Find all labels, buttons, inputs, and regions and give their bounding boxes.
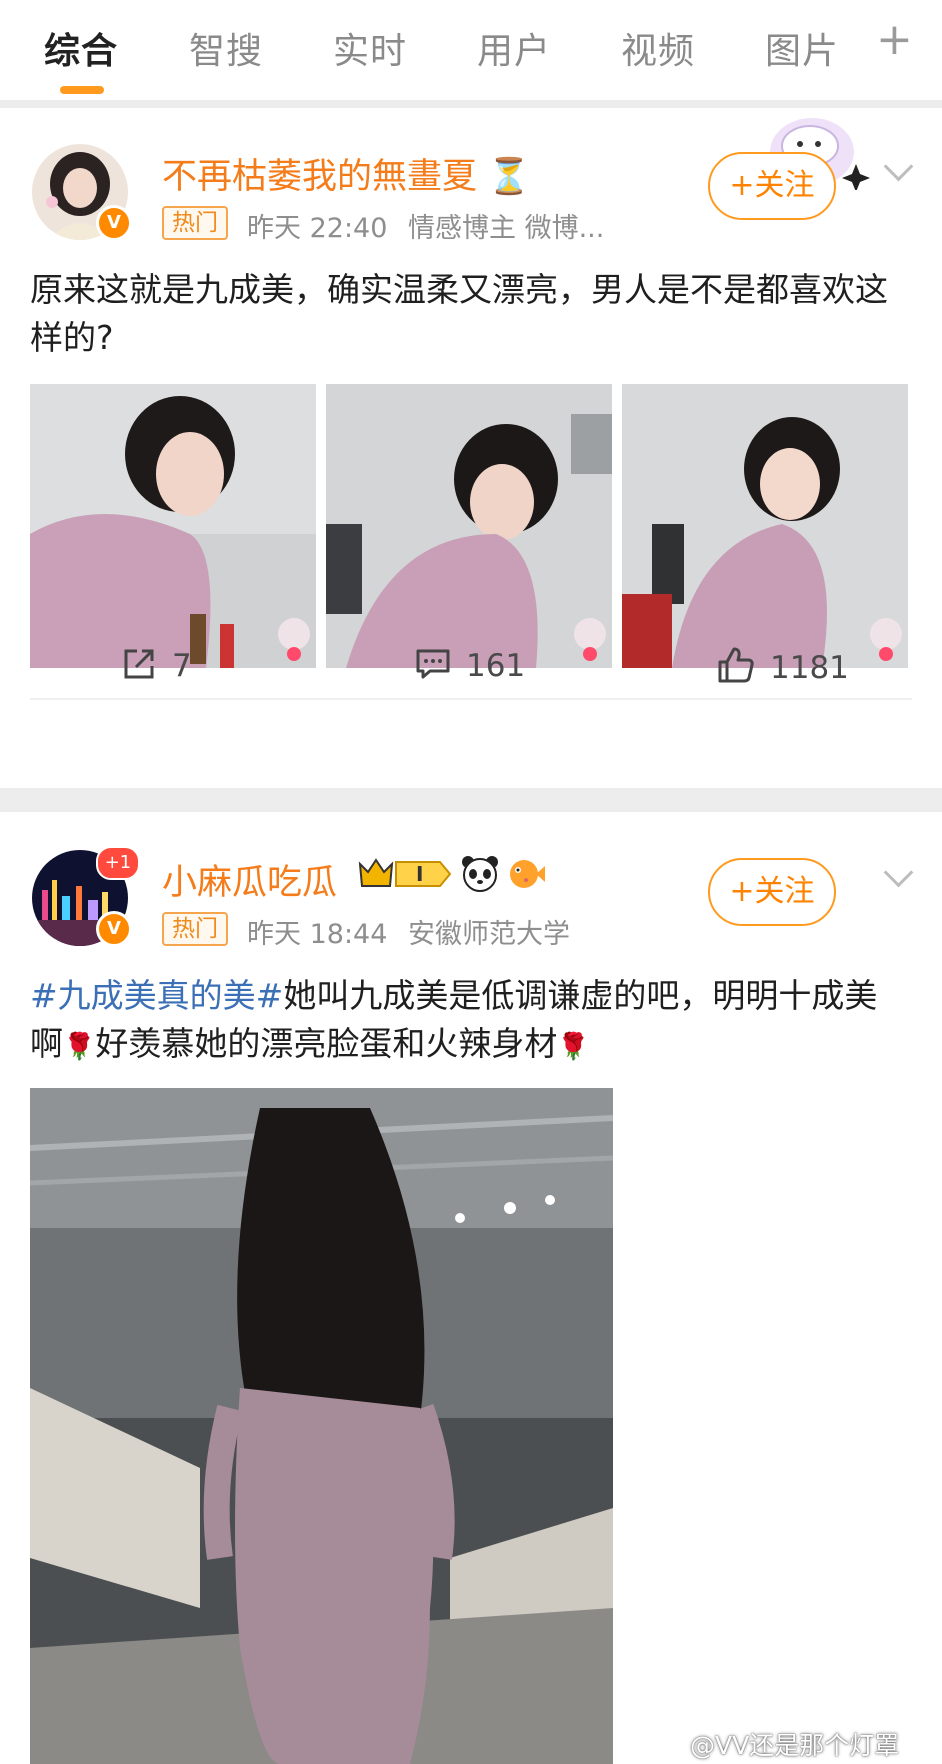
post-text-part: 好羡慕她的漂亮脸蛋和火辣身材	[95, 1024, 558, 1063]
search-tab-bar: 综合 智搜 实时 用户 视频 图片 +	[0, 0, 942, 100]
hot-badge: 热门	[162, 206, 228, 240]
comment-button[interactable]: 161	[414, 645, 525, 689]
chevron-down-icon[interactable]	[883, 151, 914, 182]
repost-button[interactable]: 7	[120, 645, 192, 689]
comment-count: 161	[466, 648, 526, 684]
like-count: 1181	[770, 650, 849, 686]
post-separator	[0, 788, 942, 812]
post-time: 昨天 22:40	[247, 213, 388, 244]
divider	[0, 100, 942, 108]
tab-users[interactable]: 用户	[477, 22, 551, 74]
svg-text:I: I	[416, 862, 423, 886]
comment-icon	[416, 649, 450, 679]
repost-count: 7	[172, 648, 192, 684]
like-button[interactable]: 1181	[716, 645, 849, 689]
verified-badge-icon: V	[96, 205, 132, 241]
tab-images[interactable]: 图片	[765, 22, 839, 74]
post-image[interactable]	[30, 1088, 613, 1764]
pufferfish-icon	[506, 854, 546, 896]
post-image[interactable]	[30, 384, 316, 668]
tab-video[interactable]: 视频	[621, 22, 695, 74]
author-name[interactable]: 不再枯萎我的無畫夏 ⏳	[162, 148, 531, 199]
panda-icon	[460, 854, 500, 896]
follow-button[interactable]: +关注	[708, 152, 836, 220]
crown-badge-icon: I	[358, 856, 452, 896]
tab-smart-search[interactable]: 智搜	[189, 22, 263, 74]
tab-comprehensive[interactable]: 综合	[44, 22, 118, 74]
follow-button[interactable]: +关注	[708, 858, 836, 926]
verified-badge-icon: V	[96, 911, 132, 947]
rose-icon: 🌹	[557, 1032, 590, 1062]
thumbs-up-icon	[718, 647, 754, 683]
tab-realtime[interactable]: 实时	[333, 22, 407, 74]
post-text: 原来这就是九成美，确实温柔又漂亮，男人是不是都喜欢这样的?	[30, 270, 888, 357]
post-image[interactable]	[326, 384, 612, 668]
divider	[30, 698, 912, 700]
post-image[interactable]	[622, 384, 908, 668]
plus-icon[interactable]: +	[876, 18, 913, 62]
post-source: 安徽师范大学	[408, 919, 570, 950]
post-source: 情感博主 微博...	[408, 213, 605, 244]
post-text: #九成美真的美#她叫九成美是低调谦虚的吧，明明十成美啊🌹好羡慕她的漂亮脸蛋和火辣…	[30, 972, 910, 1071]
active-tab-indicator	[60, 86, 104, 94]
post-time: 昨天 18:44	[247, 919, 388, 950]
author-name[interactable]: 小麻瓜吃瓜	[162, 854, 337, 905]
topic-link[interactable]: #九成美真的美#	[30, 976, 283, 1015]
rose-icon: 🌹	[63, 1032, 96, 1062]
share-icon	[124, 649, 154, 679]
watermark-text: @VV还是那个灯罩	[690, 1731, 900, 1760]
hot-badge: 热门	[162, 912, 228, 946]
notification-badge: +1	[96, 846, 140, 880]
chevron-down-icon[interactable]	[883, 857, 914, 888]
